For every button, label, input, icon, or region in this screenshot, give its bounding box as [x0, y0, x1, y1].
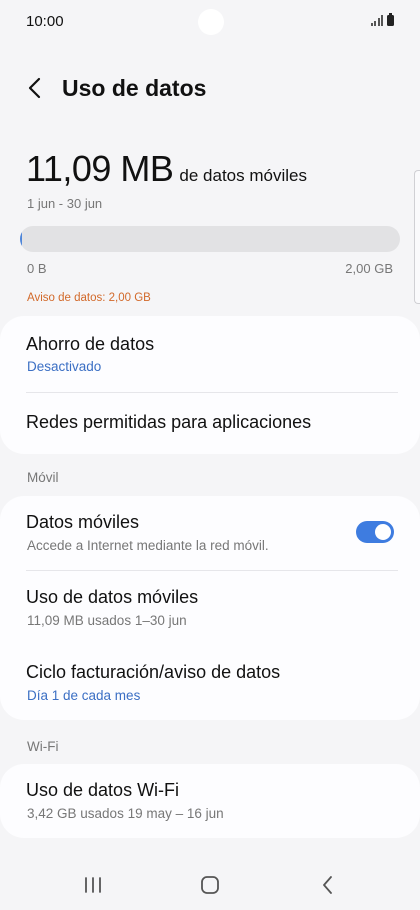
usage-progress-bar [20, 226, 400, 252]
usage-axis-min: 0 B [27, 261, 47, 276]
status-bar: 10:00 [0, 0, 420, 44]
recent-apps-button[interactable] [73, 872, 113, 898]
settings-card-data-saver: Ahorro de datos Desactivado Redes permit… [0, 316, 420, 454]
billing-cycle-title: Ciclo facturación/aviso de datos [26, 662, 281, 682]
home-button[interactable] [190, 872, 230, 898]
nav-back-button[interactable] [308, 872, 348, 898]
chevron-left-icon [28, 77, 41, 99]
usage-period: 1 jun - 30 jun [27, 196, 103, 211]
wifi-usage-subtitle: 3,42 GB usados 19 may – 16 jun [27, 806, 224, 821]
data-saver-row[interactable]: Ahorro de datos Desactivado [0, 316, 420, 392]
toggle-knob [375, 524, 391, 540]
wifi-usage-row[interactable]: Uso de datos Wi-Fi 3,42 GB usados 19 may… [0, 764, 420, 838]
status-icons [370, 13, 394, 26]
navigation-bar [0, 860, 420, 910]
mobile-data-title: Datos móviles [26, 512, 140, 532]
data-saver-status: Desactivado [27, 359, 102, 374]
usage-value: 11,09 MB [26, 148, 174, 189]
mobile-data-toggle[interactable] [356, 521, 394, 543]
recent-apps-icon [85, 877, 101, 893]
data-saver-title: Ahorro de datos [26, 334, 155, 354]
mobile-data-row[interactable]: Datos móviles Accede a Internet mediante… [0, 496, 420, 570]
battery-icon [387, 13, 394, 26]
back-icon [323, 876, 332, 894]
usage-progress-fill [20, 226, 22, 252]
billing-cycle-subtitle: Día 1 de cada mes [27, 688, 141, 703]
mobile-usage-row[interactable]: Uso de datos móviles 11,09 MB usados 1–3… [0, 571, 420, 645]
section-label-mobile: Móvil [27, 470, 59, 485]
allowed-networks-row[interactable]: Redes permitidas para aplicaciones [0, 393, 420, 454]
home-icon [201, 876, 219, 894]
camera-cutout [198, 9, 224, 35]
section-label-wifi: Wi-Fi [27, 739, 59, 754]
status-time: 10:00 [26, 13, 64, 30]
settings-card-mobile: Datos móviles Accede a Internet mediante… [0, 496, 420, 720]
mobile-usage-title: Uso de datos móviles [26, 587, 199, 607]
mobile-data-subtitle: Accede a Internet mediante la red móvil. [27, 538, 269, 553]
wifi-usage-title: Uso de datos Wi-Fi [26, 780, 180, 800]
usage-amount: 11,09 MB de datos móviles [26, 148, 307, 190]
billing-cycle-row[interactable]: Ciclo facturación/aviso de datos Día 1 d… [0, 646, 420, 720]
mobile-usage-subtitle: 11,09 MB usados 1–30 jun [27, 613, 187, 628]
allowed-networks-title: Redes permitidas para aplicaciones [26, 412, 312, 432]
settings-card-wifi: Uso de datos Wi-Fi 3,42 GB usados 19 may… [0, 764, 420, 838]
scroll-indicator[interactable] [414, 170, 420, 304]
usage-axis-max: 2,00 GB [345, 261, 393, 276]
data-warning-label: Aviso de datos: 2,00 GB [27, 292, 151, 304]
page-title: Uso de datos [62, 75, 207, 101]
app-header: Uso de datos [0, 66, 420, 110]
usage-suffix: de datos móviles [179, 166, 307, 185]
back-button[interactable] [20, 72, 52, 104]
signal-icon [370, 14, 383, 26]
